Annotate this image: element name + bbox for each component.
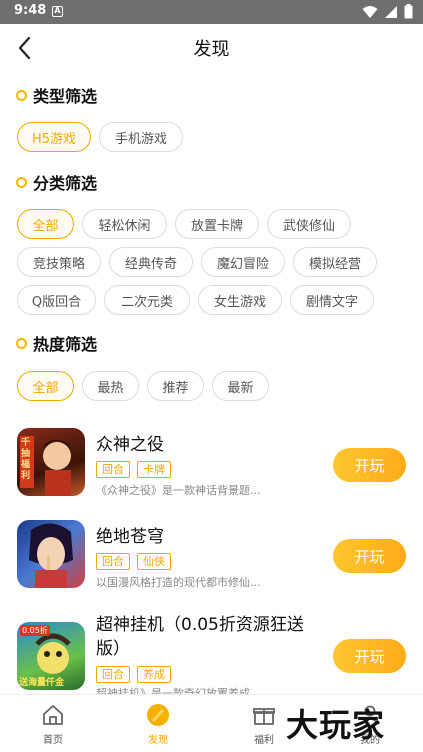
nav-bar: 发现 <box>0 24 423 72</box>
category-chip-story[interactable]: 剧情文字 <box>290 285 374 315</box>
icon-promo-text: 0.05折 <box>20 625 50 636</box>
notification-icon: A <box>52 6 63 17</box>
status-bar: 9:48 A <box>0 0 423 24</box>
type-filter-label: 类型筛选 <box>33 87 98 106</box>
tab-discover[interactable]: 发现 <box>128 703 188 746</box>
icon-promo-text: 送海量仟金 <box>19 678 65 688</box>
status-time: 9:48 <box>14 3 47 18</box>
signal-icon <box>385 5 397 18</box>
bullet-icon <box>16 176 27 188</box>
category-chip-casual[interactable]: 轻松休闲 <box>82 209 167 239</box>
watermark-logo: 大玩家 <box>286 706 386 744</box>
category-chip-strategy[interactable]: 竞技策略 <box>17 247 101 277</box>
category-chip-fantasy[interactable]: 魔幻冒险 <box>201 247 285 277</box>
game-desc: 《众神之役》是一款神话背景题... <box>96 484 261 497</box>
game-icon: 0.05折 送海量仟金 <box>17 622 85 690</box>
game-tag: 回合 <box>96 666 130 683</box>
tab-label: 首页 <box>43 735 63 746</box>
game-tag: 回合 <box>96 553 130 570</box>
game-item[interactable]: 0.05折 送海量仟金 超神挂机（0.05折资源狂送 版） 回合 养成 超神挂机… <box>0 608 423 694</box>
game-name: 众神之役 <box>96 435 164 455</box>
category-chip-female[interactable]: 女生游戏 <box>198 285 282 315</box>
game-tag: 卡牌 <box>137 461 171 478</box>
category-chip-anime[interactable]: 二次元类 <box>104 285 190 315</box>
category-chip-all[interactable]: 全部 <box>17 209 74 239</box>
category-filter-heading: 分类筛选 <box>16 170 97 194</box>
gift-icon <box>253 708 275 725</box>
play-button[interactable]: 开玩 <box>333 639 406 673</box>
heat-chip-all[interactable]: 全部 <box>17 371 74 401</box>
game-artwork-icon <box>29 523 73 588</box>
play-button[interactable]: 开玩 <box>333 448 406 482</box>
category-chip-wuxia[interactable]: 武侠修仙 <box>267 209 351 239</box>
icon-promo-text: 千抽福利 <box>21 438 31 481</box>
tab-home[interactable]: 首页 <box>23 703 83 746</box>
status-icons <box>362 4 413 19</box>
game-desc: 超神挂机》是一款奇幻放置养成... <box>96 687 261 694</box>
bullet-icon <box>16 89 27 101</box>
category-chip-legend[interactable]: 经典传奇 <box>109 247 193 277</box>
category-chip-sim[interactable]: 模拟经营 <box>293 247 377 277</box>
type-chip-h5[interactable]: H5游戏 <box>17 122 91 152</box>
tab-welfare[interactable]: 福利 <box>234 703 294 746</box>
game-tag: 仙侠 <box>137 553 171 570</box>
game-name-line-1: 超神挂机（0.05折资源狂送 <box>96 615 304 635</box>
type-filter-heading: 类型筛选 <box>16 83 97 107</box>
wifi-icon <box>362 5 378 18</box>
category-filter-label: 分类筛选 <box>33 174 98 193</box>
game-item[interactable]: 千抽福利 众神之役 回合 卡牌 《众神之役》是一款神话背景题... 开玩 <box>0 420 423 510</box>
tab-label: 发现 <box>148 735 168 746</box>
heat-chip-hot[interactable]: 最热 <box>82 371 139 401</box>
heat-chip-recommend[interactable]: 推荐 <box>147 371 204 401</box>
game-icon: 千抽福利 <box>17 428 85 496</box>
home-icon <box>43 705 63 725</box>
game-desc: 以国漫风格打造的现代都市修仙... <box>96 576 261 589</box>
page-title: 发现 <box>193 39 230 60</box>
category-chip-q-turn[interactable]: Q版回合 <box>17 285 96 315</box>
type-chip-mobile[interactable]: 手机游戏 <box>99 122 183 152</box>
heat-filter-heading: 热度筛选 <box>16 331 97 355</box>
discover-icon <box>147 704 169 726</box>
game-tag: 回合 <box>96 461 130 478</box>
battery-icon <box>404 4 413 19</box>
category-chip-idle-card[interactable]: 放置卡牌 <box>175 209 259 239</box>
game-item[interactable]: 绝地苍穹 回合 仙侠 以国漫风格打造的现代都市修仙... 开玩 <box>0 512 423 602</box>
play-button[interactable]: 开玩 <box>333 539 406 573</box>
heat-chip-new[interactable]: 最新 <box>212 371 269 401</box>
game-icon <box>17 520 85 588</box>
heat-filter-label: 热度筛选 <box>33 335 98 354</box>
tab-label: 福利 <box>254 735 274 746</box>
bullet-icon <box>16 337 27 349</box>
game-name: 绝地苍穹 <box>96 527 164 547</box>
game-name-line-2: 版） <box>96 639 130 659</box>
game-tag: 养成 <box>137 666 171 683</box>
